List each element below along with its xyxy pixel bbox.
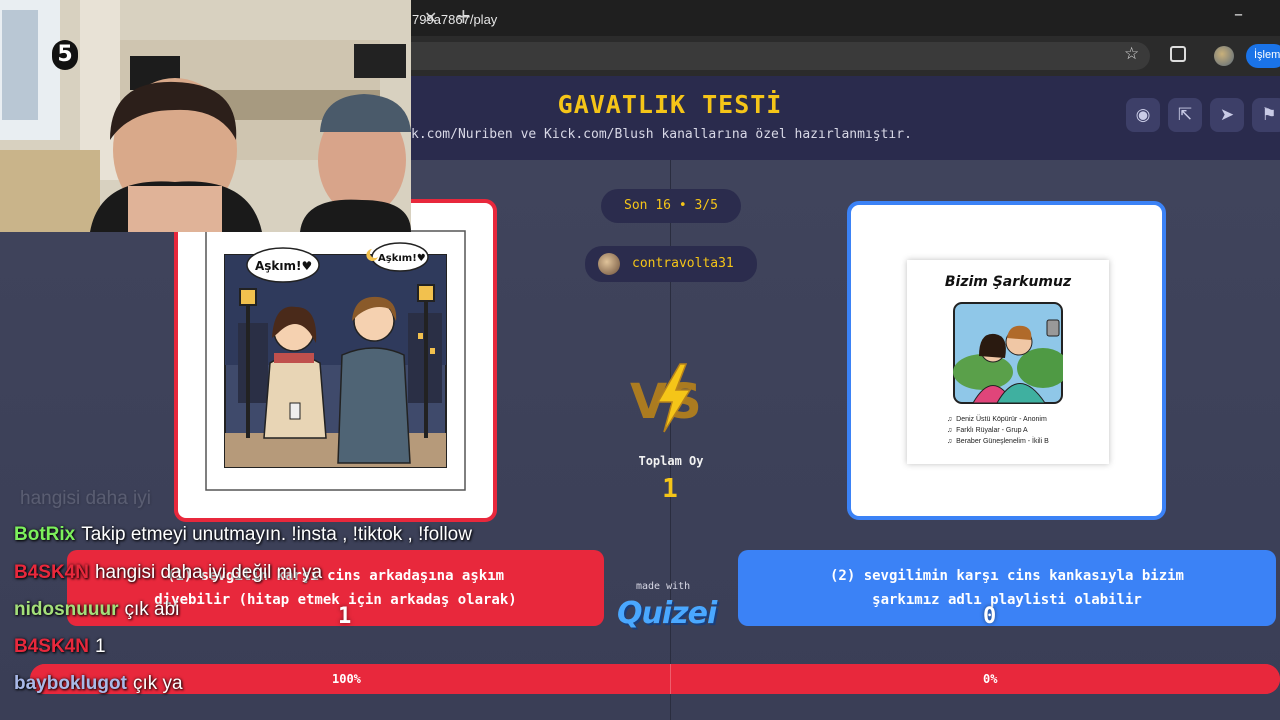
total-votes-value: 1 (662, 474, 678, 504)
center-divider (670, 160, 671, 720)
vs-lightning-icon: VS (630, 363, 702, 433)
eye-icon[interactable]: ◉ (1126, 98, 1160, 132)
round-indicator: Son 16 • 3/5 (601, 189, 741, 223)
vote-progress-bar (30, 664, 1280, 694)
quiz-subtitle: k.com/Nuriben ve Kick.com/Blush kanallar… (411, 127, 912, 142)
bookmark-star-icon[interactable]: ☆ (1124, 44, 1139, 64)
playlist-songs: ♫ Deniz Üstü Köpürür - Anonim ♫ Farklı R… (947, 414, 1049, 447)
speech-bubble-2: Aşkım!♥ (378, 253, 426, 264)
option-2-votes: 0 (983, 604, 997, 629)
chat-line: nidosnuuur çık abi (14, 599, 179, 621)
speech-bubble-1: Aşkım!♥ (255, 259, 312, 273)
user-badge: contravolta31 (585, 246, 757, 282)
extensions-icon[interactable] (1170, 46, 1186, 62)
song-item: ♫ Deniz Üstü Köpürür - Anonim (947, 416, 1047, 423)
chat-line: BotRix Takip etmeyi unutmayın. !insta , !… (14, 524, 472, 546)
url-field[interactable] (300, 42, 1150, 70)
webcam-feed (0, 0, 411, 232)
chat-message: çık ya (132, 673, 183, 694)
flag-icon[interactable]: ⚑ (1252, 98, 1280, 132)
webcam-overlay: 5 (0, 0, 411, 232)
option-2-button[interactable]: (2) sevgilimin karşı cins kankasıyla biz… (738, 550, 1276, 626)
vote-progress-fill (30, 664, 1280, 694)
made-with-label: made with (636, 581, 691, 592)
share-icon[interactable]: ⇱ (1168, 98, 1202, 132)
option-1-card[interactable]: Aşkım!♥ Aşkım!♥ (174, 199, 497, 522)
option-1-votes: 1 (338, 604, 352, 629)
song-item: ♫ Farklı Rüyalar - Grup A (947, 427, 1028, 434)
chat-username: BotRix (14, 524, 76, 545)
quizei-logo: Quizei (617, 596, 717, 631)
option-1-percent: 100% (332, 672, 361, 686)
send-icon[interactable]: ➤ (1210, 98, 1244, 132)
chat-username: B4SK4N (14, 636, 89, 657)
chat-message: hangisi daha iyi değil mi ya (94, 562, 323, 583)
option-2-percent: 0% (983, 672, 998, 686)
playlist-title: Bizim Şarkumuz (944, 274, 1072, 290)
option-2-line1: (2) sevgilimin karşı cins kankasıyla biz… (829, 568, 1184, 584)
profile-avatar[interactable] (1214, 46, 1234, 66)
chat-message: çık abi (124, 599, 180, 620)
playlist-cover: Bizim Şarkumuz ♫ Deniz Üstü Köpürür - An… (907, 260, 1109, 464)
chat-username: nidosnuuur (14, 599, 119, 620)
window-minimize-icon[interactable]: – (1234, 4, 1243, 25)
chat-message: Takip etmeyi unutmayın. !insta , !tiktok… (81, 524, 472, 545)
chat-username: B4SK4N (14, 562, 89, 583)
option-2-line2: şarkımız adlı playlisti olabilir (872, 592, 1142, 608)
progress-midline (670, 664, 671, 694)
chat-line: B4SK4N 1 (14, 636, 106, 658)
chat-line: bayboklugot çık ya (14, 673, 183, 695)
chat-message: 1 (94, 636, 106, 657)
chat-line: B4SK4N hangisi daha iyi değil mi ya (14, 562, 322, 584)
chat-username: bayboklugot (14, 673, 127, 694)
song-item: ♫ Beraber Güneşlenelim - İkili B (947, 438, 1049, 445)
option-2-card[interactable]: Bizim Şarkumuz ♫ Deniz Üstü Köpürür - An… (847, 201, 1166, 520)
url-text[interactable]: 799a7867/play (412, 12, 497, 27)
user-avatar (598, 253, 620, 275)
selfie-illustration (953, 302, 1063, 404)
chat-line-faded: hangisi daha iyi (20, 488, 151, 509)
webcam-number: 5 (52, 40, 78, 70)
profile-badge[interactable]: İşlem (1246, 44, 1280, 68)
username: contravolta31 (632, 256, 734, 271)
couple-illustration: Aşkım!♥ Aşkım!♥ (205, 230, 466, 491)
total-votes-label: Toplam Oy (638, 454, 704, 468)
